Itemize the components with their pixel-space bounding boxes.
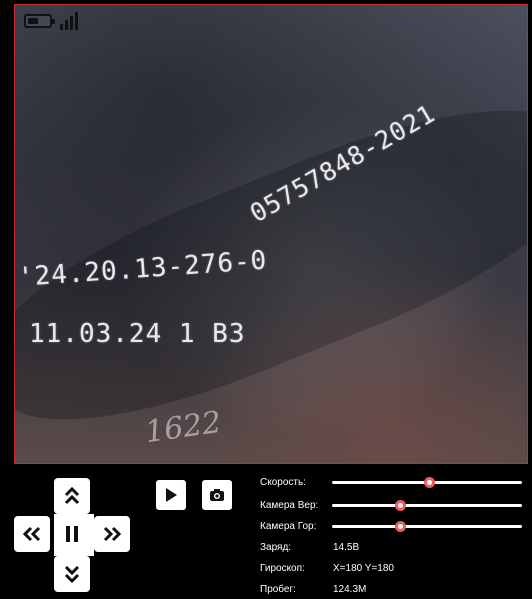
double-chevron-down-icon [64,565,80,583]
signal-bar [75,12,78,30]
signal-icon [60,12,78,30]
distance-value: 124.3М [333,584,367,595]
double-chevron-up-icon [64,487,80,505]
camera-feed: 05757848-2021 '24.20.13-276-0 11.03.24 1… [14,4,528,464]
battery-level [28,18,39,24]
move-up-button[interactable] [54,478,90,514]
speed-slider[interactable] [332,477,522,488]
distance-label: Пробег: [260,584,296,595]
camera-horizontal-slider-thumb[interactable] [395,521,407,532]
move-down-button[interactable] [54,556,90,592]
pause-icon [66,526,78,542]
pipe-marking-bottom: 11.03.24 1 B3 [29,319,246,349]
double-chevron-right-icon [103,526,121,542]
feed-rust-patch [195,255,525,463]
play-icon [166,488,177,502]
double-chevron-left-icon [23,526,41,542]
camera-vertical-slider-thumb[interactable] [395,500,407,511]
play-button[interactable] [156,480,186,510]
status-overlay [24,12,78,30]
gyro-value: X=180 Y=180 [333,563,394,574]
camera-vertical-slider[interactable] [332,500,522,511]
speed-slider-thumb[interactable] [423,477,435,488]
signal-bar [70,16,73,30]
move-left-button[interactable] [14,516,50,552]
signal-bar [60,24,63,30]
charge-value: 14.5В [333,542,360,553]
camera-horizontal-slider[interactable] [332,521,522,532]
charge-label: Заряд: [260,542,292,553]
speed-label: Скорость: [260,477,306,488]
camera-vertical-label: Камера Вер: [260,500,319,511]
battery-icon [24,14,55,28]
snapshot-button[interactable] [202,480,232,510]
pause-button[interactable] [54,516,90,552]
camera-icon [210,489,224,501]
move-right-button[interactable] [94,516,130,552]
signal-bar [65,20,68,30]
gyro-label: Гироскоп: [260,563,305,574]
camera-horizontal-label: Камера Гор: [260,521,317,532]
